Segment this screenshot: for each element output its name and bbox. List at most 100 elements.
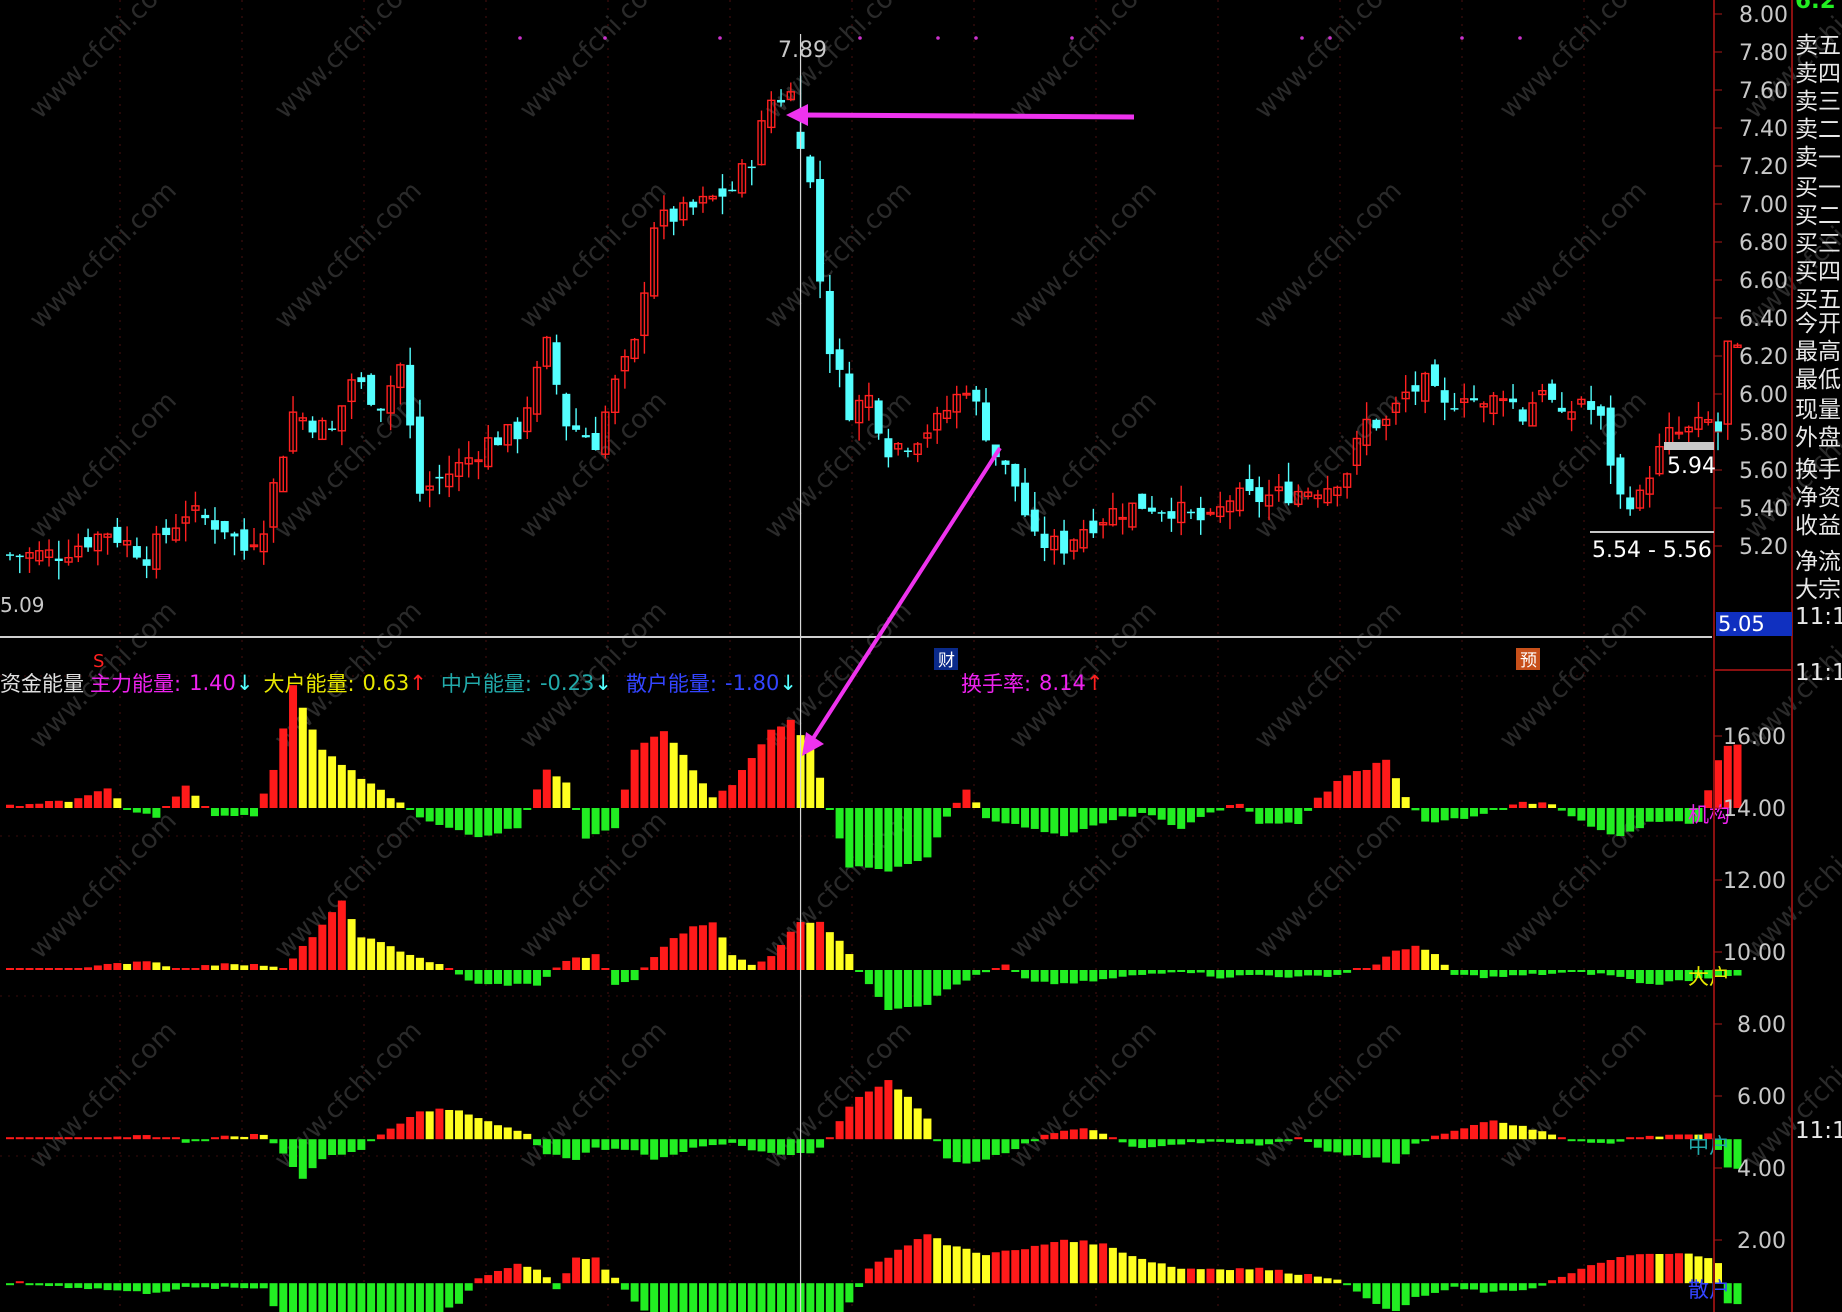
energy-bar	[6, 804, 14, 808]
energy-bar	[513, 1263, 522, 1284]
energy-bar	[1548, 970, 1557, 974]
energy-bar	[874, 1261, 883, 1284]
energy-bar	[367, 938, 376, 970]
energy-bar	[874, 808, 883, 870]
energy-bar	[1147, 808, 1156, 816]
energy-bar	[962, 1248, 971, 1284]
energy-bar	[1352, 1139, 1361, 1155]
energy-bar	[952, 1246, 961, 1284]
energy-bar	[630, 970, 639, 981]
energy-bar	[435, 808, 444, 825]
side-label[interactable]: 大宗	[1795, 570, 1841, 604]
energy-bar	[35, 1283, 44, 1286]
energy-bar	[220, 1135, 229, 1140]
candle-body	[113, 526, 122, 543]
energy-bar	[1343, 1139, 1352, 1156]
energy-bar	[1177, 1268, 1186, 1284]
energy-bar	[376, 1283, 385, 1312]
side-label[interactable]: 收益	[1795, 506, 1841, 540]
energy-bar	[445, 968, 454, 970]
candle-body	[1596, 406, 1605, 416]
main-energy-label: 主力能量:	[90, 672, 182, 696]
energy-bar	[1557, 808, 1566, 811]
energy-bar	[6, 1283, 14, 1286]
energy-bar	[1284, 1273, 1293, 1284]
energy-bar	[1147, 1139, 1156, 1148]
energy-bar	[454, 970, 463, 975]
energy-bar	[54, 1137, 63, 1140]
energy-bar	[572, 1139, 581, 1160]
side-label[interactable]: 最低	[1795, 360, 1841, 394]
energy-bar	[1274, 808, 1283, 824]
energy-bar	[1674, 970, 1683, 981]
candle-body	[220, 521, 229, 533]
candle-body	[1089, 520, 1098, 534]
energy-bar	[415, 1111, 424, 1140]
energy-bar	[1128, 1139, 1137, 1147]
energy-bar	[816, 921, 825, 970]
energy-bar	[1479, 1283, 1488, 1293]
energy-bar	[874, 970, 883, 997]
energy-bar	[1108, 808, 1117, 821]
energy-bar	[230, 1136, 239, 1140]
energy-bar	[523, 1133, 532, 1140]
energy-bar	[513, 970, 522, 984]
energy-bar	[1421, 949, 1430, 970]
energy-bar	[1596, 1139, 1605, 1143]
energy-bar	[1108, 1247, 1117, 1284]
side-label[interactable]: 卖一	[1795, 138, 1841, 172]
energy-bar	[952, 970, 961, 985]
candle-body	[1440, 390, 1449, 403]
energy-bar	[103, 963, 112, 970]
energy-bar	[1401, 949, 1410, 970]
energy-bar	[1274, 1139, 1283, 1142]
energy-bar	[1021, 1139, 1030, 1144]
energy-bar	[1509, 1283, 1518, 1291]
candle-body	[1606, 407, 1615, 466]
energy-bar	[572, 1257, 581, 1284]
energy-bar	[806, 922, 815, 970]
energy-bar	[1450, 808, 1459, 819]
energy-bar	[1635, 1254, 1644, 1284]
energy-bar	[1265, 808, 1274, 824]
energy-bar	[54, 1283, 63, 1286]
energy-bar	[181, 785, 190, 808]
side-label[interactable]: 外盘	[1795, 418, 1841, 452]
energy-bar	[1616, 1139, 1625, 1142]
energy-bar	[1323, 1278, 1332, 1284]
energy-bar	[1274, 970, 1283, 978]
energy-bar	[1733, 970, 1742, 976]
energy-bar	[747, 1283, 756, 1312]
price-tick-label: 6.00	[1739, 383, 1788, 408]
energy-bar	[1587, 970, 1596, 975]
energy-bar	[1450, 1283, 1459, 1287]
energy-bar	[1177, 1139, 1186, 1145]
energy-bar	[396, 1123, 405, 1140]
energy-bar	[659, 731, 668, 808]
energy-bar	[1001, 808, 1010, 824]
energy-bar	[757, 1283, 766, 1312]
energy-bar	[142, 961, 151, 970]
energy-bar	[640, 967, 649, 970]
energy-bar	[1050, 808, 1059, 834]
energy-bar	[1040, 970, 1049, 982]
energy-bar	[367, 1139, 376, 1142]
energy-bar	[386, 946, 395, 970]
energy-bar	[337, 900, 346, 970]
energy-bar	[1352, 771, 1361, 808]
price-tick-label: 6.20	[1739, 345, 1788, 370]
retail-energy-arrow: ↓	[779, 671, 797, 695]
energy-bar	[1011, 970, 1020, 972]
event-marker-yu: 预	[1520, 651, 1537, 671]
energy-bar	[552, 1139, 561, 1155]
energy-bar	[533, 1269, 542, 1284]
turnover-label: 换手率:	[960, 672, 1032, 696]
energy-bar	[74, 1137, 83, 1140]
energy-bar	[1304, 808, 1313, 811]
energy-bar	[318, 1283, 327, 1312]
energy-bar	[74, 798, 83, 808]
energy-bar	[152, 1283, 161, 1293]
energy-bar	[318, 924, 327, 970]
energy-bar	[474, 1278, 483, 1284]
energy-bar	[6, 1137, 14, 1140]
